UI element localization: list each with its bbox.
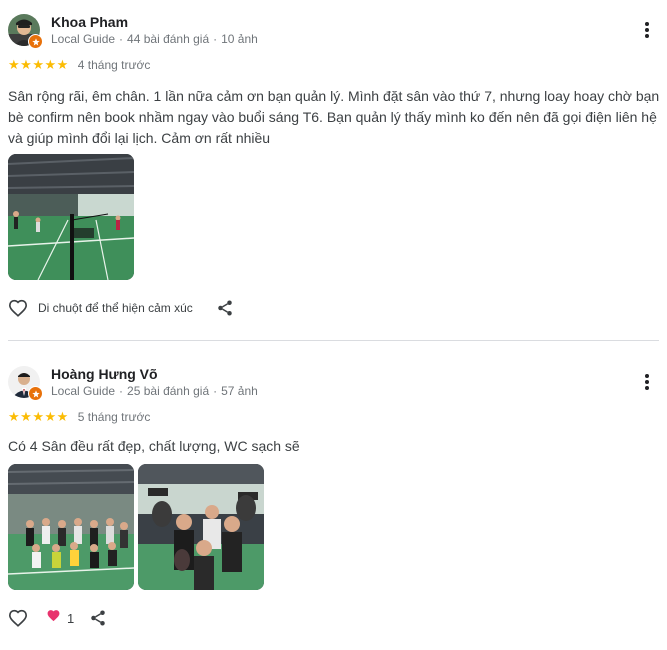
star-icon: ★ (56, 57, 69, 72)
reaction-summary[interactable]: 1 (46, 609, 74, 627)
star-icon: ★ (32, 409, 44, 424)
review-photo[interactable] (8, 464, 134, 590)
local-guide-star-icon (28, 34, 43, 49)
review-actions: 1 (8, 608, 108, 628)
reviewer-name[interactable]: Hoàng Hưng Võ (51, 366, 158, 382)
review-time: 5 tháng trước (77, 410, 151, 424)
rating-row: ★ ★ ★ ★ ★ 5 tháng trước (8, 410, 151, 425)
photos-count: 57 ảnh (221, 384, 258, 398)
review-card: Khoa Pham Local Guide · 44 bài đánh giá · 10… (0, 0, 667, 340)
pickleball-court-photo (8, 154, 134, 280)
group-photo-court (8, 464, 134, 590)
heart-outline-icon[interactable] (8, 298, 28, 318)
reviewer-name[interactable]: Khoa Pham (51, 14, 128, 30)
reaction-hint: Di chuột để thể hiện cảm xúc (38, 301, 193, 315)
star-icon: ★ (32, 57, 44, 72)
heart-filled-icon (46, 609, 61, 627)
review-divider (8, 340, 659, 341)
local-guide-label: Local Guide (51, 32, 116, 46)
avatar[interactable] (8, 14, 43, 49)
star-icon: ★ (20, 57, 32, 72)
review-time: 4 tháng trước (77, 58, 151, 72)
star-icon: ★ (44, 409, 57, 424)
star-icon: ★ (20, 409, 32, 424)
rating-row: ★ ★ ★ ★ ★ 4 tháng trước (8, 58, 151, 73)
reviewer-meta: Local Guide · 44 bài đánh giá · 10 ảnh (51, 32, 258, 46)
star-rating: ★ ★ ★ ★ ★ (8, 410, 69, 424)
local-guide-label: Local Guide (51, 384, 116, 398)
share-icon[interactable] (215, 298, 235, 318)
avatar[interactable] (8, 366, 43, 401)
more-vert-icon[interactable] (641, 372, 653, 394)
photos-count: 10 ảnh (221, 32, 258, 46)
review-photo[interactable] (138, 464, 264, 590)
star-rating: ★ ★ ★ ★ ★ (8, 58, 69, 72)
more-vert-icon[interactable] (641, 20, 653, 42)
reviews-count: 25 bài đánh giá (127, 384, 210, 398)
review-text: Sân rộng rãi, êm chân. 1 lần nữa cảm ơn … (8, 88, 660, 146)
local-guide-star-icon (28, 386, 43, 401)
review-text: Có 4 Sân đều rất đẹp, chất lượng, WC sạc… (8, 438, 300, 454)
share-icon[interactable] (88, 608, 108, 628)
heart-outline-icon[interactable] (8, 608, 28, 628)
review-card: Hoàng Hưng Võ Local Guide · 25 bài đánh gi… (0, 352, 667, 650)
reviews-count: 44 bài đánh giá (127, 32, 210, 46)
star-icon: ★ (8, 409, 20, 424)
players-selfie-photo (138, 464, 264, 590)
star-icon: ★ (56, 409, 69, 424)
review-actions: Di chuột để thể hiện cảm xúc (8, 298, 235, 318)
reaction-count: 1 (67, 610, 75, 626)
reviewer-meta: Local Guide · 25 bài đánh giá · 57 ảnh (51, 384, 258, 398)
review-photo[interactable] (8, 154, 134, 280)
star-icon: ★ (44, 57, 57, 72)
star-icon: ★ (8, 57, 20, 72)
